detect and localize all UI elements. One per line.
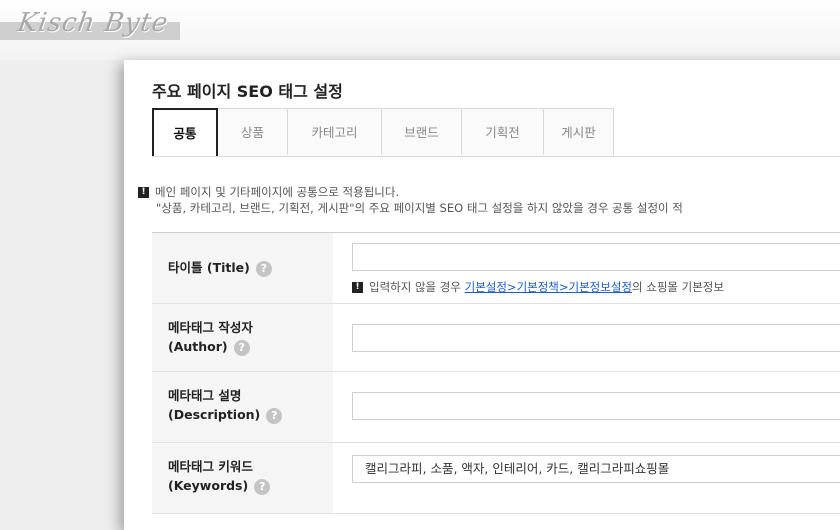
field-description — [333, 372, 840, 442]
tab-bar: 공통 상품 카테고리 브랜드 기획전 게시판 — [152, 108, 840, 157]
label-keywords: 메타태그 키워드 (Keywords)? — [152, 443, 333, 513]
notice: ! 메인 페이지 및 기타페이지에 공통으로 적용됩니다. "상품, 카테고리, … — [138, 184, 683, 216]
basic-info-settings-link[interactable]: 기본설정>기본정책>기본정보설정 — [465, 280, 632, 294]
watermark-logo: Kisch Byte — [15, 8, 171, 38]
seo-settings-panel: 주요 페이지 SEO 태그 설정 공통 상품 카테고리 브랜드 기획전 게시판 … — [124, 60, 840, 530]
tab-product[interactable]: 상품 — [218, 108, 288, 155]
label-keywords-line1: 메타태그 키워드 — [168, 459, 253, 474]
seo-form: 타이틀 (Title)? ! 입력하지 않을 경우 기본설정>기본정책>기본정보설… — [152, 232, 840, 514]
label-author-line1: 메타태그 작성자 — [168, 320, 253, 335]
hint-suffix: 의 쇼핑몰 기본정보 — [632, 280, 724, 294]
description-input[interactable] — [352, 392, 840, 420]
title-input[interactable] — [352, 243, 840, 271]
row-author: 메타태그 작성자 (Author)? — [152, 304, 840, 372]
row-keywords: 메타태그 키워드 (Keywords)? 캘리그라피, 소품, 액자, 인테리어… — [152, 443, 840, 514]
keywords-input[interactable]: 캘리그라피, 소품, 액자, 인테리어, 카드, 캘리그라피쇼핑몰 — [352, 455, 840, 483]
page-title: 주요 페이지 SEO 태그 설정 — [152, 82, 343, 101]
notice-line-1: 메인 페이지 및 기타페이지에 공통으로 적용됩니다. — [155, 185, 400, 199]
label-description-line2: (Description) — [168, 407, 261, 422]
tab-board[interactable]: 게시판 — [544, 108, 614, 155]
label-description-line1: 메타태그 설명 — [168, 388, 242, 403]
notice-line-2: "상품, 카테고리, 브랜드, 기획전, 게시판"의 주요 페이지별 SEO 태… — [156, 201, 683, 215]
label-title: 타이틀 (Title)? — [152, 233, 333, 303]
field-keywords: 캘리그라피, 소품, 액자, 인테리어, 카드, 캘리그라피쇼핑몰 — [333, 443, 840, 513]
row-description: 메타태그 설명 (Description)? — [152, 372, 840, 443]
label-author-line2: (Author) — [168, 339, 228, 354]
label-description: 메타태그 설명 (Description)? — [152, 372, 333, 442]
exclamation-icon: ! — [138, 187, 149, 198]
field-title: ! 입력하지 않을 경우 기본설정>기본정책>기본정보설정의 쇼핑몰 기본정보 — [333, 233, 840, 303]
author-input[interactable] — [352, 324, 840, 352]
tab-category[interactable]: 카테고리 — [288, 108, 382, 155]
help-icon[interactable]: ? — [233, 339, 250, 356]
label-author: 메타태그 작성자 (Author)? — [152, 304, 333, 371]
title-hint: ! 입력하지 않을 경우 기본설정>기본정책>기본정보설정의 쇼핑몰 기본정보 — [352, 279, 840, 295]
tab-brand[interactable]: 브랜드 — [382, 108, 462, 155]
label-title-text: 타이틀 (Title) — [168, 260, 250, 275]
label-keywords-line2: (Keywords) — [168, 478, 249, 493]
hint-prefix: 입력하지 않을 경우 — [369, 280, 465, 294]
tab-common[interactable]: 공통 — [152, 108, 218, 156]
exclamation-icon: ! — [352, 282, 363, 293]
field-author — [333, 304, 840, 371]
help-icon[interactable]: ? — [254, 478, 271, 495]
help-icon[interactable]: ? — [266, 407, 283, 424]
tab-exhibition[interactable]: 기획전 — [462, 108, 544, 155]
help-icon[interactable]: ? — [255, 260, 272, 277]
row-title: 타이틀 (Title)? ! 입력하지 않을 경우 기본설정>기본정책>기본정보설… — [152, 233, 840, 304]
